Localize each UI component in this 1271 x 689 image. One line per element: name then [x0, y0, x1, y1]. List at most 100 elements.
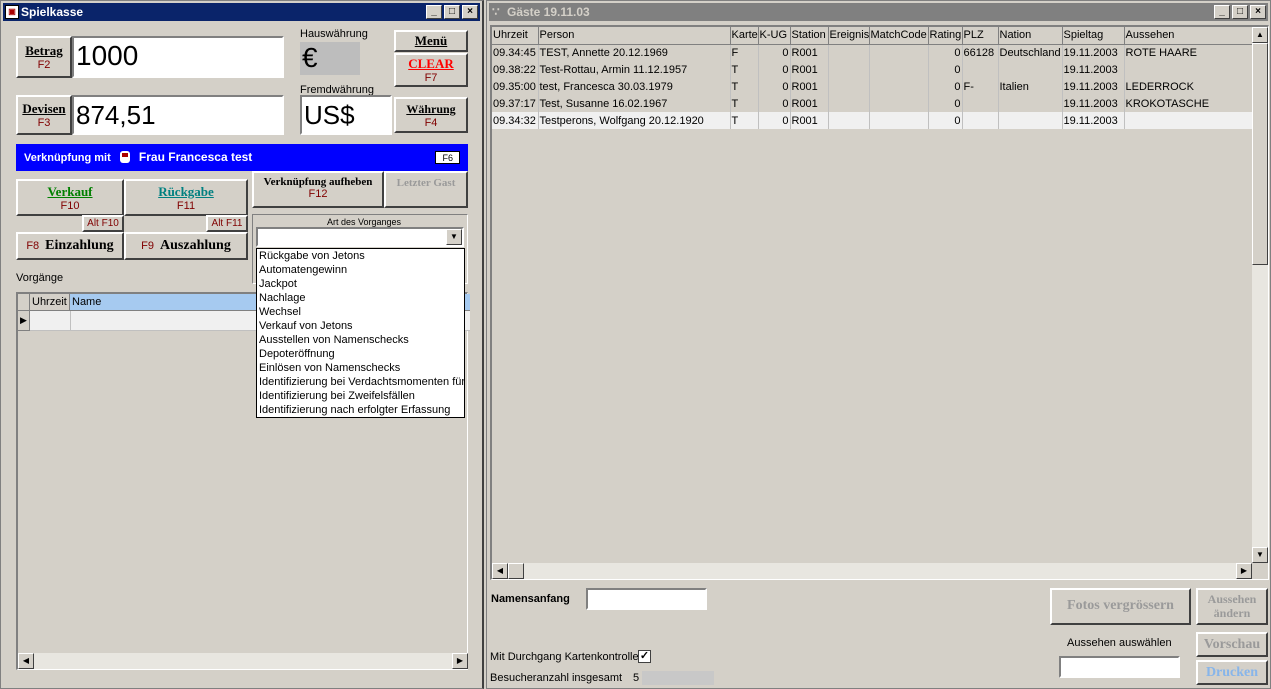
- scroll-left-icon[interactable]: ◀: [492, 563, 508, 579]
- namensanfang-input[interactable]: [586, 588, 707, 610]
- waehrung-button[interactable]: Währung F4: [394, 97, 468, 133]
- close-icon[interactable]: ×: [1250, 5, 1266, 19]
- fremdwaehrung-field[interactable]: US$: [300, 95, 392, 135]
- table-row[interactable]: 09.37:17 Test, Susanne 16.02.1967 T 0 R001 0 1…: [492, 95, 1253, 112]
- col-header[interactable]: Aussehen: [1124, 27, 1253, 45]
- table-row[interactable]: 09.35:00 test, Francesca 30.03.1979 T 0 R001…: [492, 78, 1253, 95]
- besucher-label: Besucheranzahl insgesamt: [490, 672, 623, 684]
- aussehen-input[interactable]: [1059, 656, 1180, 678]
- waehrung-fkey: F4: [424, 117, 438, 129]
- scroll-thumb[interactable]: [1252, 43, 1268, 265]
- devisen-button[interactable]: Devisen F3: [16, 95, 72, 135]
- app-icon: ▣: [5, 5, 19, 19]
- hauswaehrung-label: Hauswährung: [300, 28, 368, 40]
- close-icon[interactable]: ×: [462, 5, 478, 19]
- table-cell: 0: [928, 44, 963, 61]
- scroll-right-icon[interactable]: ▶: [1236, 563, 1252, 579]
- scroll-down-icon[interactable]: ▼: [1252, 547, 1268, 563]
- table-row[interactable]: 09.34:45 TEST, Annette 20.12.1969 F 0 R001 0 6…: [492, 44, 1253, 61]
- art-option[interactable]: Automatengewinn: [257, 263, 464, 277]
- vorschau-button[interactable]: Vorschau: [1196, 632, 1268, 657]
- maximize-icon[interactable]: □: [1232, 5, 1248, 19]
- table-row[interactable]: 09.34:32 Testperons, Wolfgang 20.12.1920 T…: [492, 112, 1253, 129]
- grid-corner: [18, 294, 30, 311]
- minimize-icon[interactable]: _: [1214, 5, 1230, 19]
- letzter-gast-button[interactable]: Letzter Gast: [384, 171, 468, 208]
- auszahlung-label: Auszahlung: [160, 238, 231, 253]
- col-header[interactable]: Station: [790, 27, 829, 45]
- einzahlung-label: Einzahlung: [45, 238, 114, 253]
- auszahlung-button[interactable]: F9 Auszahlung: [124, 232, 248, 260]
- col-header[interactable]: Rating: [928, 27, 963, 45]
- table-cell: [869, 112, 929, 129]
- col-header[interactable]: Nation: [998, 27, 1063, 45]
- drucken-button[interactable]: Drucken: [1196, 660, 1268, 685]
- col-header[interactable]: PLZ: [962, 27, 999, 45]
- table-cell: R001: [790, 44, 829, 61]
- col-header[interactable]: Ereignis: [828, 27, 870, 45]
- art-option[interactable]: Jackpot: [257, 277, 464, 291]
- gaeste-grid[interactable]: Uhrzeit Person Karte K-UG Station Ereign…: [490, 25, 1269, 580]
- col-header[interactable]: K-UG: [758, 27, 791, 45]
- art-select[interactable]: [256, 227, 464, 247]
- einzahlung-button[interactable]: F8 Einzahlung: [16, 232, 124, 260]
- maximize-icon[interactable]: □: [444, 5, 460, 19]
- verkauf-alt-button[interactable]: Alt F10: [82, 215, 124, 232]
- col-uhrzeit-header[interactable]: Uhrzeit: [30, 294, 70, 311]
- betrag-field[interactable]: 1000: [72, 36, 284, 78]
- table-cell: [828, 44, 870, 61]
- art-option[interactable]: Identifizierung nach erfolgter Erfassung: [257, 403, 464, 417]
- title-bar[interactable]: ∵ Gäste 19.11.03 _ □ ×: [489, 3, 1268, 21]
- table-cell: T: [730, 61, 759, 78]
- horizontal-scrollbar[interactable]: ◀ ▶: [18, 653, 468, 669]
- horizontal-scrollbar[interactable]: ◀ ▶: [492, 563, 1252, 579]
- table-cell: 09.35:00: [492, 78, 539, 95]
- col-header[interactable]: Uhrzeit: [492, 27, 539, 45]
- table-cell: T: [730, 78, 759, 95]
- table-cell: 09.37:17: [492, 95, 539, 112]
- scroll-left-icon[interactable]: ◀: [18, 653, 34, 669]
- minimize-icon[interactable]: _: [426, 5, 442, 19]
- verkauf-button[interactable]: Verkauf F10: [16, 179, 124, 216]
- devisen-field[interactable]: 874,51: [72, 95, 284, 135]
- art-option[interactable]: Verkauf von Jetons: [257, 319, 464, 333]
- title-bar[interactable]: ▣ Spielkasse _ □ ×: [3, 3, 480, 21]
- verknuepfung-bar[interactable]: Verknüpfung mit Frau Francesca test F6: [16, 144, 468, 171]
- col-header[interactable]: Person: [538, 27, 731, 45]
- table-cell: Deutschland: [998, 44, 1063, 61]
- fotos-vergroessern-button[interactable]: Fotos vergrössern: [1050, 588, 1191, 625]
- table-cell: KROKOTASCHE: [1124, 95, 1253, 112]
- art-dropdown-list[interactable]: Rückgabe von Jetons Automatengewinn Jack…: [256, 248, 465, 418]
- betrag-button[interactable]: Betrag F2: [16, 36, 72, 78]
- scroll-thumb[interactable]: [508, 563, 524, 579]
- scroll-up-icon[interactable]: ▲: [1252, 27, 1268, 43]
- verknuepfung-aufheben-button[interactable]: Verknüpfung aufheben F12: [252, 171, 384, 208]
- col-header[interactable]: Spieltag: [1062, 27, 1125, 45]
- col-header[interactable]: MatchCode: [869, 27, 929, 45]
- art-option[interactable]: Nachlage: [257, 291, 464, 305]
- table-cell: Test-Rottau, Armin 11.12.1957: [538, 61, 731, 78]
- table-row[interactable]: 09.38:22 Test-Rottau, Armin 11.12.1957 T 0 R…: [492, 61, 1253, 78]
- menu-button-label: Menü: [414, 33, 448, 48]
- col-header[interactable]: Karte: [730, 27, 759, 45]
- scroll-right-icon[interactable]: ▶: [452, 653, 468, 669]
- art-option[interactable]: Identifizierung bei Verdachtsmomenten fü…: [257, 375, 464, 389]
- aussehen-aendern-button[interactable]: Aussehen ändern: [1196, 588, 1268, 625]
- rueckgabe-alt-button[interactable]: Alt F11: [206, 215, 248, 232]
- rueckgabe-button[interactable]: Rückgabe F11: [124, 179, 248, 216]
- chevron-down-icon[interactable]: ▼: [446, 229, 462, 245]
- art-option[interactable]: Wechsel: [257, 305, 464, 319]
- rueckgabe-label: Rückgabe: [158, 184, 214, 199]
- art-option[interactable]: Depoteröffnung: [257, 347, 464, 361]
- table-cell: [869, 44, 929, 61]
- menu-button[interactable]: Menü: [394, 30, 468, 52]
- vertical-scrollbar[interactable]: ▲ ▼: [1252, 27, 1268, 563]
- kartenkontrolle-checkbox[interactable]: ✓: [638, 650, 651, 663]
- art-option[interactable]: Ausstellen von Namenschecks: [257, 333, 464, 347]
- aussehen-auswaehlen-label: Aussehen auswählen: [1067, 637, 1172, 649]
- art-option[interactable]: Einlösen von Namenschecks: [257, 361, 464, 375]
- art-option[interactable]: Identifizierung bei Zweifelsfällen: [257, 389, 464, 403]
- clear-button[interactable]: CLEAR F7: [394, 53, 468, 87]
- table-cell: 19.11.2003: [1062, 112, 1125, 129]
- art-option[interactable]: Rückgabe von Jetons: [257, 249, 464, 263]
